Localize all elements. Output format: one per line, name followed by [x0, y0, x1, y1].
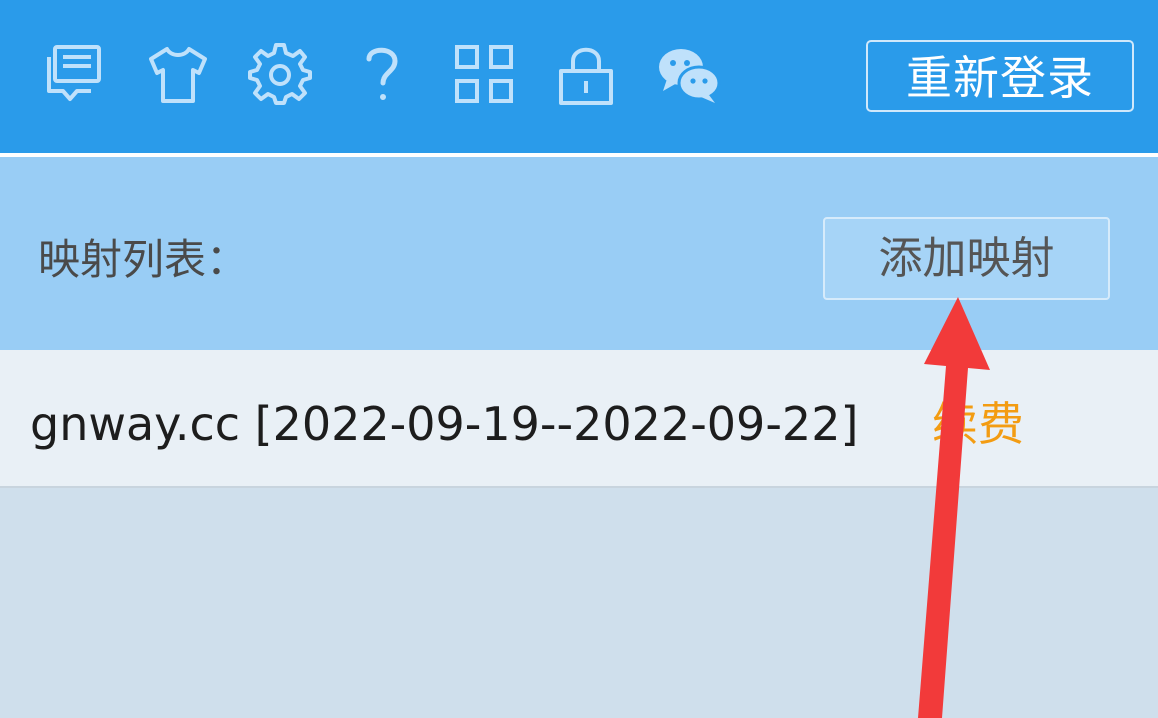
mapping-list-title: 映射列表：: [38, 235, 249, 284]
message-icon[interactable]: [36, 36, 112, 112]
apps-grid-icon[interactable]: [446, 36, 522, 112]
mapping-item-text: gnway.cc [2022-09-19--2022-09-22]: [30, 397, 859, 451]
gear-icon[interactable]: [242, 36, 318, 112]
renew-link[interactable]: 续费: [932, 392, 1024, 456]
add-mapping-button[interactable]: 添加映射: [823, 217, 1110, 300]
tshirt-icon[interactable]: [140, 36, 216, 112]
top-toolbar: 重新登录: [0, 0, 1158, 153]
relogin-button[interactable]: 重新登录: [866, 40, 1134, 112]
wechat-icon[interactable]: [650, 36, 726, 112]
help-icon[interactable]: [344, 36, 420, 112]
lock-icon[interactable]: [548, 36, 624, 112]
